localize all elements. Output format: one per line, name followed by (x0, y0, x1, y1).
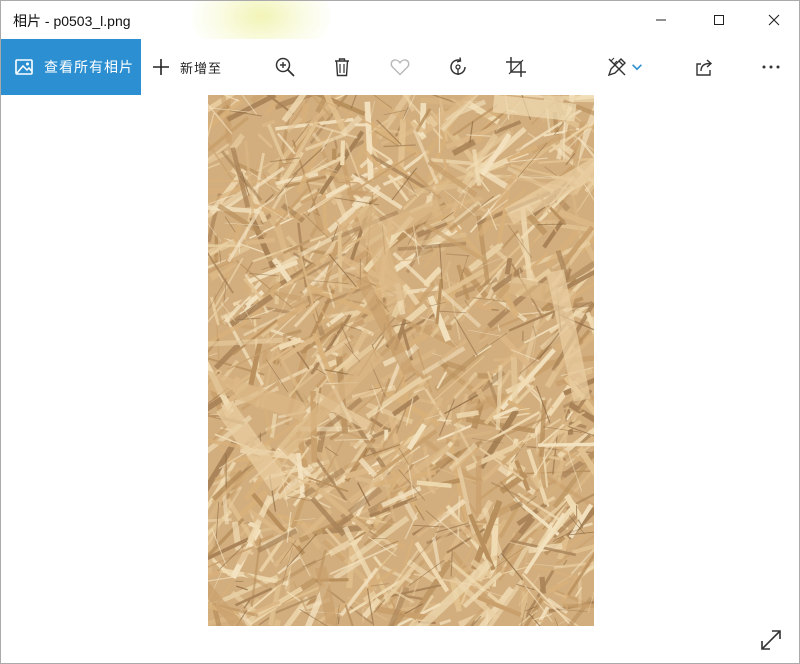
zoom-button[interactable] (265, 47, 305, 87)
view-all-photos-label: 查看所有相片 (44, 59, 134, 75)
close-button[interactable] (751, 1, 797, 39)
edit-create-dropdown[interactable] (622, 47, 652, 87)
favorite-button[interactable] (380, 47, 420, 87)
photos-icon (14, 57, 34, 77)
add-to-label: 新增至 (180, 60, 223, 76)
photo-stage (1, 95, 799, 663)
add-to-button[interactable]: 新增至 (151, 39, 222, 95)
photos-app-window: 相片 - p0503_l.png 查看所有相片 新增至 (0, 0, 800, 664)
crop-button[interactable] (496, 47, 536, 87)
more-icon (762, 65, 780, 69)
plus-icon (153, 59, 169, 75)
maximize-button[interactable] (696, 1, 742, 39)
title-bar: 相片 - p0503_l.png (1, 1, 799, 61)
share-icon (696, 59, 713, 76)
photo-image[interactable] (208, 95, 594, 626)
chevron-down-icon (632, 64, 642, 71)
more-options-button[interactable] (751, 47, 791, 87)
window-title: 相片 - p0503_l.png (13, 13, 131, 29)
close-icon (768, 14, 780, 26)
rotate-button[interactable] (438, 47, 478, 87)
maximize-icon (714, 15, 724, 25)
delete-button[interactable] (322, 47, 362, 87)
zoom-in-icon (275, 57, 295, 77)
share-button[interactable] (684, 47, 724, 87)
minimize-button[interactable] (638, 1, 684, 39)
rotate-icon (450, 57, 466, 75)
full-screen-button[interactable] (753, 622, 789, 658)
crop-icon (506, 57, 526, 77)
heart-icon (390, 59, 410, 76)
toolbar: 查看所有相片 新增至 (1, 39, 799, 95)
minimize-icon (656, 19, 666, 21)
expand-icon (761, 630, 781, 650)
wood-chip-texture (208, 95, 594, 626)
trash-icon (335, 58, 349, 77)
view-all-photos-button[interactable]: 查看所有相片 (1, 39, 141, 95)
